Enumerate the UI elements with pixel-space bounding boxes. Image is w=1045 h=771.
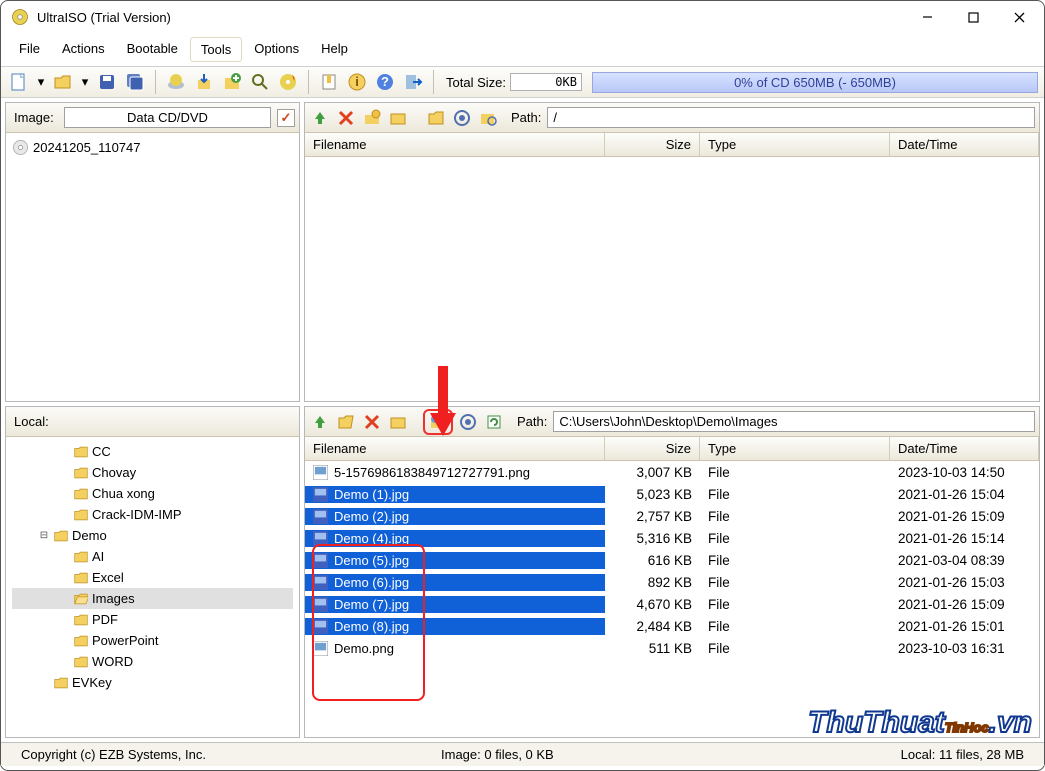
- file-row[interactable]: Demo (1).jpg5,023 KBFile2021-01-26 15:04: [305, 483, 1039, 505]
- refresh-button[interactable]: [483, 411, 505, 433]
- find-button[interactable]: [248, 70, 272, 94]
- add-files-button[interactable]: [220, 70, 244, 94]
- exit-button[interactable]: [401, 70, 425, 94]
- tree-item[interactable]: EVKey: [12, 672, 293, 693]
- open-folder-button[interactable]: [425, 107, 447, 129]
- folder-button[interactable]: [387, 107, 409, 129]
- file-row[interactable]: 5-1576986183849712727791.png3,007 KBFile…: [305, 461, 1039, 483]
- folder-properties-button[interactable]: [477, 107, 499, 129]
- main-toolbar: ▾ ▾ i ? Total Size: 0KB 0% of CD 650MB (…: [1, 66, 1044, 98]
- maximize-button[interactable]: [950, 2, 996, 32]
- compress-button[interactable]: [317, 70, 341, 94]
- status-copyright: Copyright (c) EZB Systems, Inc.: [9, 747, 429, 762]
- delete-button[interactable]: [335, 107, 357, 129]
- file-row[interactable]: Demo (6).jpg892 KBFile2021-01-26 15:03: [305, 571, 1039, 593]
- tree-item[interactable]: Crack-IDM-IMP: [12, 504, 293, 525]
- window-title: UltraISO (Trial Version): [37, 10, 171, 25]
- tree-item[interactable]: ⊟Demo: [12, 525, 293, 546]
- local-path-value[interactable]: C:\Users\John\Desktop\Demo\Images: [553, 411, 1035, 432]
- file-row[interactable]: Demo (7).jpg4,670 KBFile2021-01-26 15:09: [305, 593, 1039, 615]
- extract-button[interactable]: [192, 70, 216, 94]
- statusbar: Copyright (c) EZB Systems, Inc. Image: 0…: [1, 742, 1044, 766]
- file-row[interactable]: Demo (8).jpg2,484 KBFile2021-01-26 15:01: [305, 615, 1039, 637]
- total-size-value: 0KB: [510, 73, 582, 91]
- image-type-combo[interactable]: Data CD/DVD: [64, 107, 271, 128]
- svg-text:?: ?: [381, 74, 389, 89]
- menu-file[interactable]: File: [9, 37, 50, 62]
- info-button[interactable]: i: [345, 70, 369, 94]
- tree-item[interactable]: Chua xong: [12, 483, 293, 504]
- open-dropdown-icon[interactable]: ▾: [79, 70, 91, 94]
- save-as-button[interactable]: [123, 70, 147, 94]
- status-image: Image: 0 files, 0 KB: [429, 747, 749, 762]
- menu-help[interactable]: Help: [311, 37, 358, 62]
- up-button[interactable]: [309, 107, 331, 129]
- save-button[interactable]: [95, 70, 119, 94]
- local-open-folder-button[interactable]: [335, 411, 357, 433]
- menu-options[interactable]: Options: [244, 37, 309, 62]
- open-button[interactable]: [51, 70, 75, 94]
- file-row[interactable]: Demo (4).jpg5,316 KBFile2021-01-26 15:14: [305, 527, 1039, 549]
- new-dropdown-icon[interactable]: ▾: [35, 70, 47, 94]
- app-icon: [11, 8, 29, 26]
- new-folder-button[interactable]: [361, 107, 383, 129]
- local-list-header[interactable]: Filename Size Type Date/Time: [305, 437, 1039, 461]
- tree-item[interactable]: CC: [12, 441, 293, 462]
- image-label: Image:: [14, 110, 58, 125]
- file-row[interactable]: Demo (5).jpg616 KBFile2021-03-04 08:39: [305, 549, 1039, 571]
- tree-item[interactable]: WORD: [12, 651, 293, 672]
- help-button[interactable]: ?: [373, 70, 397, 94]
- minimize-button[interactable]: [904, 2, 950, 32]
- tree-item[interactable]: AI: [12, 546, 293, 567]
- file-row[interactable]: Demo.png511 KBFile2023-10-03 16:31: [305, 637, 1039, 659]
- image-path-label: Path:: [511, 110, 541, 125]
- menu-bootable[interactable]: Bootable: [117, 37, 188, 62]
- file-row[interactable]: Demo (2).jpg2,757 KBFile2021-01-26 15:09: [305, 505, 1039, 527]
- local-up-button[interactable]: [309, 411, 331, 433]
- local-folder-button[interactable]: [387, 411, 409, 433]
- bootable-checkbox[interactable]: ✓: [277, 109, 295, 127]
- image-list-header[interactable]: Filename Size Type Date/Time: [305, 133, 1039, 157]
- local-tree-pane: Local: CCChovayChua xongCrack-IDM-IMP⊟De…: [5, 406, 300, 738]
- local-list-pane: Path: C:\Users\John\Desktop\Demo\Images …: [304, 406, 1040, 738]
- properties-button[interactable]: [451, 107, 473, 129]
- disc-icon: [12, 139, 29, 156]
- image-list-pane: Path: / Filename Size Type Date/Time: [304, 102, 1040, 402]
- tree-item[interactable]: Images: [12, 588, 293, 609]
- image-path-value[interactable]: /: [547, 107, 1035, 128]
- tree-item[interactable]: Excel: [12, 567, 293, 588]
- mount-button[interactable]: [164, 70, 188, 94]
- svg-text:i: i: [355, 74, 359, 89]
- image-tree-pane: Image: Data CD/DVD ✓ 20241205_110747: [5, 102, 300, 402]
- close-button[interactable]: [996, 2, 1042, 32]
- add-to-image-button[interactable]: [427, 411, 449, 433]
- menu-tools[interactable]: Tools: [190, 37, 242, 62]
- menubar: FileActionsBootableToolsOptionsHelp: [1, 33, 1044, 66]
- image-tree-root[interactable]: 20241205_110747: [12, 137, 293, 158]
- burn-button[interactable]: [276, 70, 300, 94]
- titlebar: UltraISO (Trial Version): [1, 1, 1044, 33]
- capacity-bar[interactable]: 0% of CD 650MB (- 650MB): [592, 72, 1038, 93]
- total-size-label: Total Size:: [446, 75, 506, 90]
- local-path-label: Path:: [517, 414, 547, 429]
- local-properties-button[interactable]: [457, 411, 479, 433]
- tree-item[interactable]: Chovay: [12, 462, 293, 483]
- tree-item[interactable]: PDF: [12, 609, 293, 630]
- local-label: Local:: [14, 414, 58, 429]
- menu-actions[interactable]: Actions: [52, 37, 115, 62]
- new-button[interactable]: [7, 70, 31, 94]
- status-local: Local: 11 files, 28 MB: [749, 747, 1036, 762]
- local-delete-button[interactable]: [361, 411, 383, 433]
- tree-item[interactable]: PowerPoint: [12, 630, 293, 651]
